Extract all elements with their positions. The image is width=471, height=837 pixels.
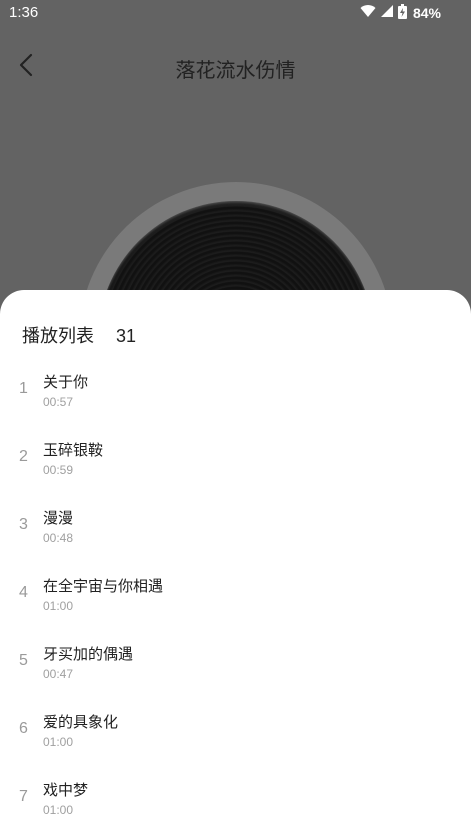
wifi-icon: [360, 4, 376, 22]
cellular-signal-icon: [380, 4, 394, 22]
status-time: 1:36: [9, 4, 39, 21]
track-index: 7: [19, 788, 28, 805]
track-duration: 00:59: [43, 463, 74, 477]
track-item[interactable]: 5 牙买加的偶遇 00:47: [0, 632, 471, 700]
track-title: 漫漫: [43, 509, 74, 527]
track-index: 3: [19, 516, 28, 533]
battery-charging-icon: [397, 3, 407, 23]
track-title: 在全宇宙与你相遇: [43, 577, 164, 595]
playlist-count: 31: [116, 326, 137, 346]
track-title: 关于你: [43, 373, 89, 391]
track-index: 6: [19, 720, 28, 737]
battery-percentage: 84%: [412, 5, 441, 21]
track-duration: 01:00: [43, 803, 74, 817]
track-item[interactable]: 2 玉碎银鞍 00:59: [0, 428, 471, 496]
track-duration: 00:48: [43, 531, 74, 545]
track-duration: 01:00: [43, 735, 74, 749]
album-disc: [0, 92, 471, 292]
playlist-header: 播放列表 31: [22, 322, 136, 348]
track-duration: 01:00: [43, 599, 74, 613]
track-item[interactable]: 7 戏中梦 01:00: [0, 768, 471, 836]
status-icons: 84%: [360, 3, 441, 23]
track-title: 戏中梦: [43, 781, 89, 799]
page-title: 落花流水伤情: [175, 58, 296, 82]
track-duration: 00:57: [43, 395, 74, 409]
track-index: 5: [19, 652, 28, 669]
track-duration: 00:47: [43, 667, 74, 681]
playlist-sheet: 播放列表 31 1 关于你 00:57 2 玉碎银鞍 00:59 3 漫漫 00…: [0, 290, 471, 837]
track-title: 玉碎银鞍: [43, 441, 104, 459]
track-item[interactable]: 1 关于你 00:57: [0, 360, 471, 428]
track-list: 1 关于你 00:57 2 玉碎银鞍 00:59 3 漫漫 00:48 4 在全…: [0, 360, 471, 836]
track-item[interactable]: 4 在全宇宙与你相遇 01:00: [0, 564, 471, 632]
status-bar: 1:36 84%: [0, 0, 471, 26]
playlist-title: 播放列表: [22, 326, 94, 347]
track-title: 牙买加的偶遇: [43, 645, 134, 663]
track-item[interactable]: 6 爱的具象化 01:00: [0, 700, 471, 768]
track-index: 2: [19, 448, 28, 465]
track-index: 1: [19, 380, 28, 397]
track-index: 4: [19, 584, 28, 601]
track-item[interactable]: 3 漫漫 00:48: [0, 496, 471, 564]
header: 落花流水伤情: [0, 40, 471, 92]
track-title: 爱的具象化: [43, 713, 119, 731]
